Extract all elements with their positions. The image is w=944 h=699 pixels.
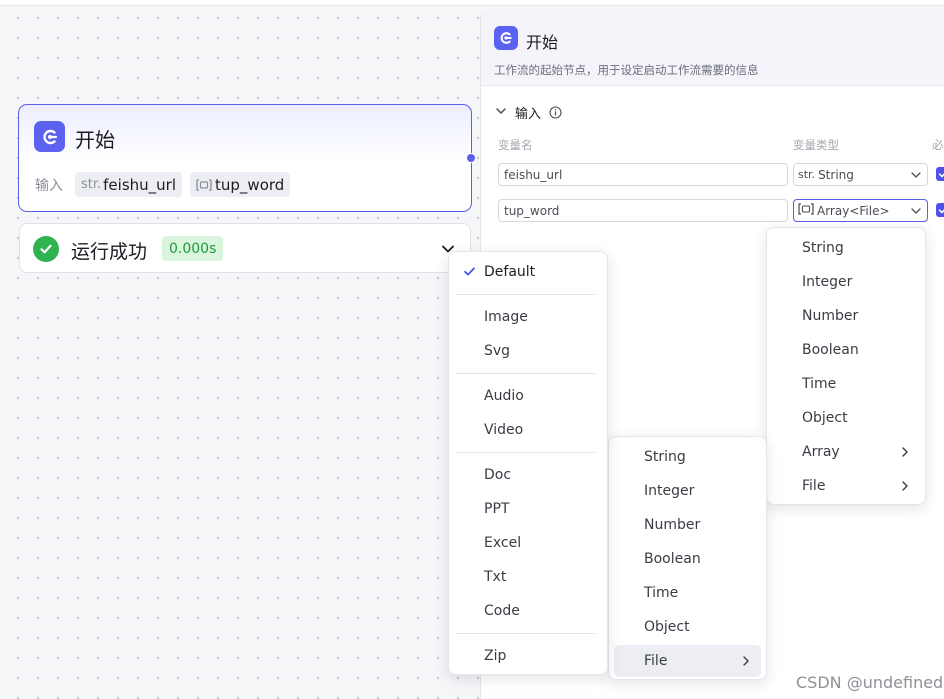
start-node-icon	[34, 121, 65, 152]
menu-item-code[interactable]: Code	[454, 595, 602, 627]
success-check-icon	[33, 236, 59, 262]
array-bracket-icon	[798, 203, 814, 218]
input-chip-tup-word: tup_word	[190, 172, 291, 197]
variable-type-select[interactable]: Array<File>	[793, 199, 928, 222]
menu-item-audio[interactable]: Audio	[454, 380, 602, 412]
column-header-type: 变量类型	[793, 138, 839, 152]
menu-item-boolean[interactable]: Boolean	[614, 543, 761, 575]
info-icon[interactable]	[549, 106, 562, 119]
menu-item-label: File	[802, 478, 826, 494]
menu-item-file[interactable]: File	[772, 470, 920, 502]
column-header-required: 必	[932, 138, 944, 152]
menu-item-label: Default	[484, 264, 536, 280]
menu-divider	[455, 294, 595, 295]
string-type-prefix: str.	[81, 177, 102, 192]
panel-description: 工作流的起始节点，用于设定启动工作流需要的信息	[494, 63, 759, 77]
start-node-inputs: 输入 str. feishu_url tup_word	[35, 172, 291, 197]
menu-item-integer[interactable]: Integer	[772, 266, 920, 298]
menu-divider	[455, 452, 595, 453]
menu-item-ppt[interactable]: PPT	[454, 493, 602, 525]
array-bracket-icon	[196, 178, 212, 191]
start-node[interactable]: 开始 输入 str. feishu_url tup_word	[18, 104, 476, 212]
inputs-section-toggle[interactable]: 输入	[495, 103, 562, 122]
column-header-name: 变量名	[498, 138, 533, 152]
required-checkbox[interactable]	[936, 203, 944, 217]
string-type-prefix: str.	[798, 168, 816, 181]
run-time-badge: 0.000s	[162, 236, 224, 261]
select-value: String	[818, 167, 854, 182]
inputs-label: 输入	[35, 177, 63, 194]
menu-divider	[455, 373, 595, 374]
chevron-right-icon	[900, 446, 910, 462]
menu-item-label: File	[644, 653, 668, 669]
run-status-label: 运行成功	[71, 241, 148, 263]
menu-item-video[interactable]: Video	[454, 414, 602, 446]
menu-item-time[interactable]: Time	[614, 577, 761, 609]
menu-item-svg[interactable]: Svg	[454, 335, 602, 367]
panel-title: 开始	[526, 33, 559, 52]
chevron-down-icon	[495, 105, 507, 121]
run-status-bar[interactable]: 运行成功 0.000s	[19, 223, 471, 273]
variable-name-input[interactable]: tup_word	[498, 199, 788, 222]
chevron-right-icon	[741, 655, 751, 671]
file-type-menu: Default Image Svg Audio Video Doc PPT Ex…	[448, 251, 608, 675]
panel-header: 开始 工作流的起始节点，用于设定启动工作流需要的信息	[481, 14, 944, 86]
menu-item-default[interactable]: Default	[454, 256, 602, 288]
select-value: Array<File>	[817, 203, 890, 218]
menu-item-string[interactable]: String	[614, 441, 761, 473]
menu-item-excel[interactable]: Excel	[454, 527, 602, 559]
start-node-title: 开始	[75, 128, 115, 152]
menu-item-number[interactable]: Number	[614, 509, 761, 541]
check-icon	[463, 265, 476, 282]
chevron-down-icon	[910, 205, 922, 220]
output-port-handle[interactable]	[466, 153, 476, 163]
menu-item-number[interactable]: Number	[772, 300, 920, 332]
variable-type-select[interactable]: str. String	[793, 163, 928, 186]
menu-item-file[interactable]: File	[614, 645, 761, 677]
input-chip-label: feishu_url	[103, 175, 177, 194]
input-chip-feishu-url: str. feishu_url	[75, 172, 183, 197]
menu-item-zip[interactable]: Zip	[454, 640, 602, 672]
chevron-right-icon	[900, 480, 910, 496]
watermark: CSDN @undefined	[796, 673, 944, 692]
menu-item-string[interactable]: String	[772, 232, 920, 264]
chevron-down-icon	[910, 169, 922, 184]
menu-item-doc[interactable]: Doc	[454, 459, 602, 491]
section-label: 输入	[515, 107, 542, 122]
menu-item-integer[interactable]: Integer	[614, 475, 761, 507]
menu-item-txt[interactable]: Txt	[454, 561, 602, 593]
menu-item-boolean[interactable]: Boolean	[772, 334, 920, 366]
menu-item-time[interactable]: Time	[772, 368, 920, 400]
input-chip-label: tup_word	[215, 175, 285, 194]
menu-item-array[interactable]: Array	[772, 436, 920, 468]
array-element-type-menu: String Integer Number Boolean Time Objec…	[608, 436, 767, 680]
menu-item-image[interactable]: Image	[454, 301, 602, 333]
menu-item-object[interactable]: Object	[772, 402, 920, 434]
top-bar	[0, 0, 944, 6]
menu-divider	[455, 633, 595, 634]
variable-name-input[interactable]: feishu_url	[498, 163, 788, 186]
start-node-icon	[494, 26, 518, 50]
variable-type-menu: String Integer Number Boolean Time Objec…	[766, 227, 926, 505]
menu-item-label: Array	[802, 444, 840, 460]
menu-item-object[interactable]: Object	[614, 611, 761, 643]
required-checkbox[interactable]	[936, 167, 944, 181]
